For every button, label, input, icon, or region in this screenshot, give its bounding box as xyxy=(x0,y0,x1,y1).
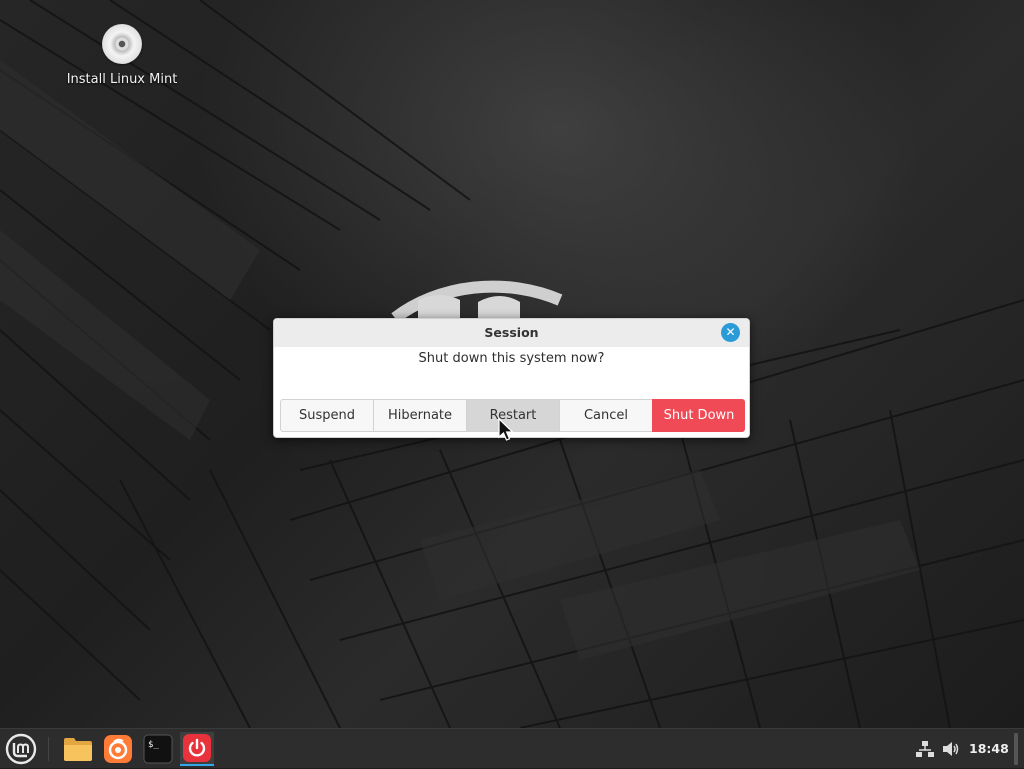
terminal-icon[interactable]: $_ xyxy=(141,732,175,766)
show-desktop-button[interactable] xyxy=(1014,733,1018,765)
mouse-cursor-icon xyxy=(498,418,514,441)
shut-down-button[interactable]: Shut Down xyxy=(652,399,745,432)
cancel-button[interactable]: Cancel xyxy=(559,399,652,432)
volume-icon[interactable] xyxy=(942,740,960,762)
disc-icon xyxy=(102,24,142,64)
close-icon[interactable]: ✕ xyxy=(721,323,740,342)
linux-mint-logo-icon[interactable] xyxy=(5,733,37,765)
dialog-message: Shut down this system now? xyxy=(418,351,605,366)
file-manager-icon[interactable] xyxy=(61,732,95,766)
power-icon[interactable] xyxy=(180,732,214,766)
dialog-title: Session xyxy=(484,325,539,340)
dialog-header: Session ✕ xyxy=(274,319,749,347)
bottom-panel: $_ 18:48 xyxy=(0,728,1024,768)
suspend-button[interactable]: Suspend xyxy=(280,399,373,432)
svg-text:$_: $_ xyxy=(148,740,159,750)
network-icon[interactable] xyxy=(916,740,934,762)
hibernate-button[interactable]: Hibernate xyxy=(373,399,466,432)
desktop-icon-label: Install Linux Mint xyxy=(66,72,178,87)
desktop-icon-install-linux-mint[interactable]: Install Linux Mint xyxy=(62,24,182,87)
clock[interactable]: 18:48 xyxy=(969,741,1009,756)
panel-separator xyxy=(48,737,49,761)
firefox-icon[interactable] xyxy=(101,732,135,766)
